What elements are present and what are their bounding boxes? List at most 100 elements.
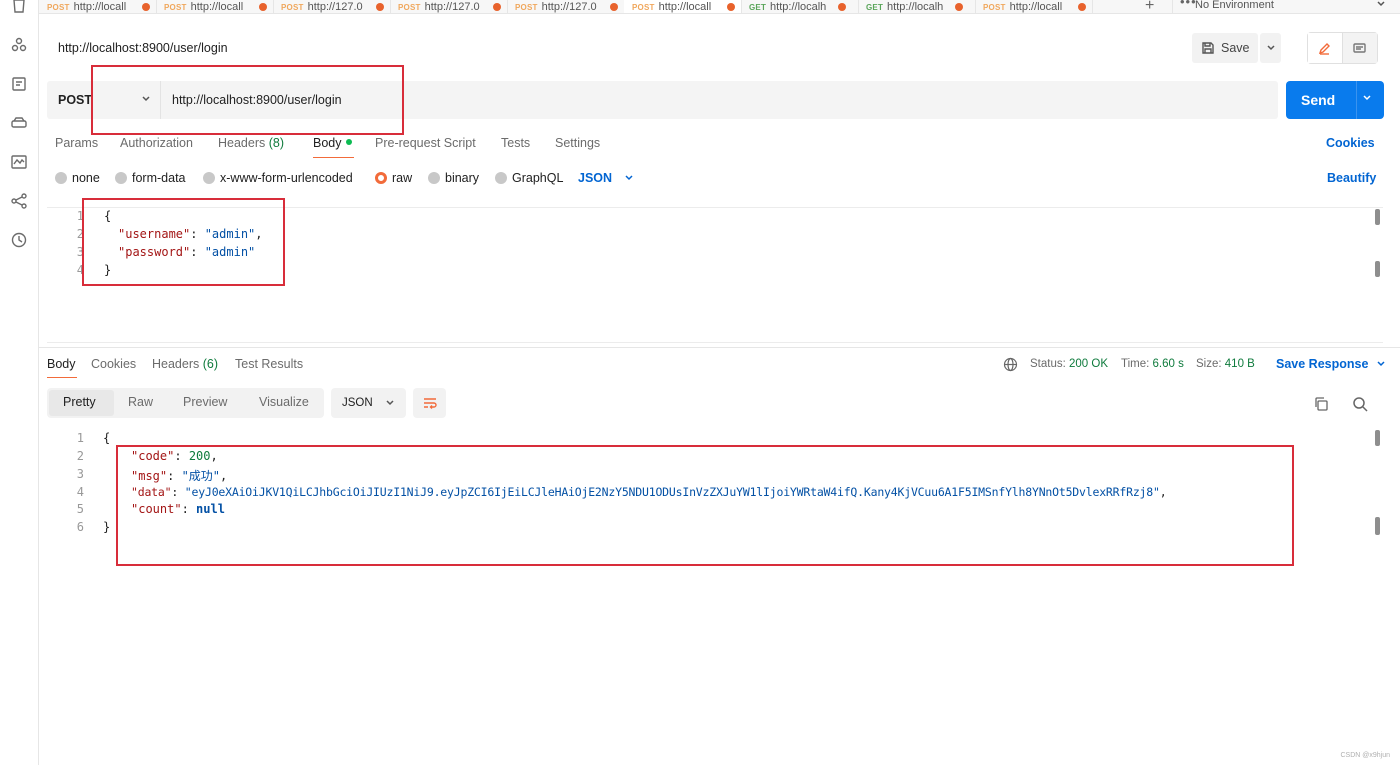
response-tab-headers[interactable]: Headers (6)	[152, 357, 218, 371]
request-tab[interactable]: POST http://locall	[39, 0, 157, 13]
json-key: "data"	[131, 485, 172, 499]
apis-icon[interactable]	[10, 36, 28, 54]
request-tab[interactable]: POST http://127.0	[273, 0, 391, 13]
tab-body[interactable]: Body	[313, 136, 352, 150]
request-tab-active[interactable]: POST http://locall	[624, 0, 742, 13]
unsaved-dot-icon	[141, 3, 150, 11]
chevron-down-icon[interactable]	[1362, 93, 1372, 103]
radio-circle	[203, 172, 215, 184]
status-dot-icon	[345, 139, 352, 145]
radio-binary[interactable]: binary	[428, 171, 479, 185]
line-number: 5	[76, 502, 84, 516]
request-tab[interactable]: POST http://locall	[975, 0, 1093, 13]
status-value: 200 OK	[1069, 358, 1109, 370]
unsaved-dot-icon	[492, 3, 501, 11]
time-value: 6.60 s	[1152, 358, 1184, 370]
save-icon	[1202, 42, 1214, 54]
beautify-link[interactable]: Beautify	[1327, 171, 1376, 185]
code-line: }	[103, 520, 111, 534]
wrap-lines-icon	[423, 398, 437, 409]
active-tab-indicator	[47, 377, 77, 378]
history-icon[interactable]	[10, 231, 28, 249]
line-number: 4	[76, 485, 84, 499]
divider	[1356, 81, 1357, 119]
view-raw[interactable]: Raw	[128, 395, 153, 409]
scrollbar-thumb[interactable]	[1375, 209, 1380, 225]
environment-selector[interactable]: No Environment	[1172, 0, 1400, 13]
scrollbar-thumb[interactable]	[1375, 517, 1380, 535]
time-label: Time:	[1121, 358, 1150, 370]
radio-circle	[55, 172, 67, 184]
response-tab-headers-label: Headers	[152, 357, 200, 371]
request-tab[interactable]: POST http://127.0	[507, 0, 625, 13]
search-icon[interactable]	[1352, 396, 1368, 412]
json-value: "成功"	[181, 469, 221, 483]
radio-raw[interactable]: raw	[375, 171, 412, 185]
save-response-button[interactable]: Save Response	[1276, 357, 1386, 371]
copy-icon[interactable]	[1313, 396, 1329, 412]
scrollbar-thumb[interactable]	[1375, 430, 1380, 446]
environments-icon[interactable]	[10, 75, 28, 93]
response-tab-test-results[interactable]: Test Results	[235, 357, 303, 371]
tab-tests[interactable]: Tests	[501, 136, 530, 150]
response-tab-cookies[interactable]: Cookies	[91, 357, 136, 371]
trash-icon[interactable]	[10, 0, 28, 14]
tab-method: POST	[281, 2, 304, 12]
tab-settings[interactable]: Settings	[555, 136, 600, 150]
tab-headers-label: Headers	[218, 136, 266, 150]
active-tab-indicator	[313, 157, 354, 158]
response-tab-body[interactable]: Body	[47, 357, 76, 371]
line-number: 2	[76, 227, 84, 241]
tab-pre-request-script[interactable]: Pre-request Script	[375, 136, 476, 150]
size-value: 410 B	[1224, 358, 1255, 370]
view-mode-selector: Pretty Raw Preview Visualize	[47, 388, 324, 418]
unsaved-dot-icon	[838, 3, 847, 11]
request-tab[interactable]: GET http://localh	[741, 0, 859, 13]
json-value: null	[196, 502, 225, 516]
tab-params[interactable]: Params	[55, 136, 98, 150]
radio-urlencoded[interactable]: x-www-form-urlencoded	[203, 171, 353, 185]
view-visualize[interactable]: Visualize	[259, 395, 309, 409]
request-tab[interactable]: POST http://127.0	[390, 0, 508, 13]
chevron-down-icon	[1377, 361, 1385, 367]
scrollbar-thumb[interactable]	[1375, 261, 1380, 277]
save-response-label: Save Response	[1276, 357, 1369, 371]
tab-method: POST	[515, 2, 538, 12]
response-format-selector[interactable]: JSON	[331, 388, 406, 418]
view-pretty[interactable]: Pretty	[63, 395, 96, 409]
view-preview[interactable]: Preview	[183, 395, 227, 409]
radio-graphql[interactable]: GraphQL	[495, 171, 563, 185]
radio-form-data[interactable]: form-data	[115, 171, 186, 185]
tab-url: http://127.0	[424, 1, 480, 13]
view-toggle-group	[1307, 32, 1378, 64]
send-label: Send	[1301, 92, 1336, 108]
flows-icon[interactable]	[10, 192, 28, 210]
mock-servers-icon[interactable]	[10, 114, 28, 132]
request-tab[interactable]: POST http://locall	[156, 0, 274, 13]
wrap-lines-button[interactable]	[413, 388, 446, 418]
new-tab-plus-icon[interactable]: +	[1145, 0, 1154, 13]
save-button[interactable]: Save	[1192, 33, 1258, 63]
send-button[interactable]: Send	[1286, 81, 1384, 119]
comment-icon	[1353, 42, 1366, 53]
comments-button[interactable]	[1342, 33, 1377, 63]
radio-none[interactable]: none	[55, 171, 100, 185]
line-number: 2	[76, 449, 84, 463]
chevron-down-icon	[386, 400, 394, 406]
method-selector[interactable]: POST	[58, 93, 92, 107]
request-tab[interactable]: GET http://localh	[858, 0, 976, 13]
pencil-icon	[1319, 42, 1331, 55]
line-number: 4	[76, 263, 84, 277]
save-options-dropdown[interactable]	[1260, 33, 1281, 63]
tab-url: http://127.0	[307, 1, 363, 13]
response-format-label: JSON	[342, 397, 373, 409]
body-format-selector[interactable]: JSON	[578, 171, 634, 185]
edit-mode-button[interactable]	[1308, 33, 1343, 63]
cookies-link[interactable]: Cookies	[1326, 136, 1375, 150]
tab-body-label: Body	[313, 136, 342, 150]
tab-authorization[interactable]: Authorization	[120, 136, 193, 150]
tab-headers[interactable]: Headers (8)	[218, 136, 284, 150]
json-key: "code"	[131, 449, 175, 463]
globe-icon[interactable]	[1003, 357, 1018, 372]
monitors-icon[interactable]	[10, 153, 28, 171]
